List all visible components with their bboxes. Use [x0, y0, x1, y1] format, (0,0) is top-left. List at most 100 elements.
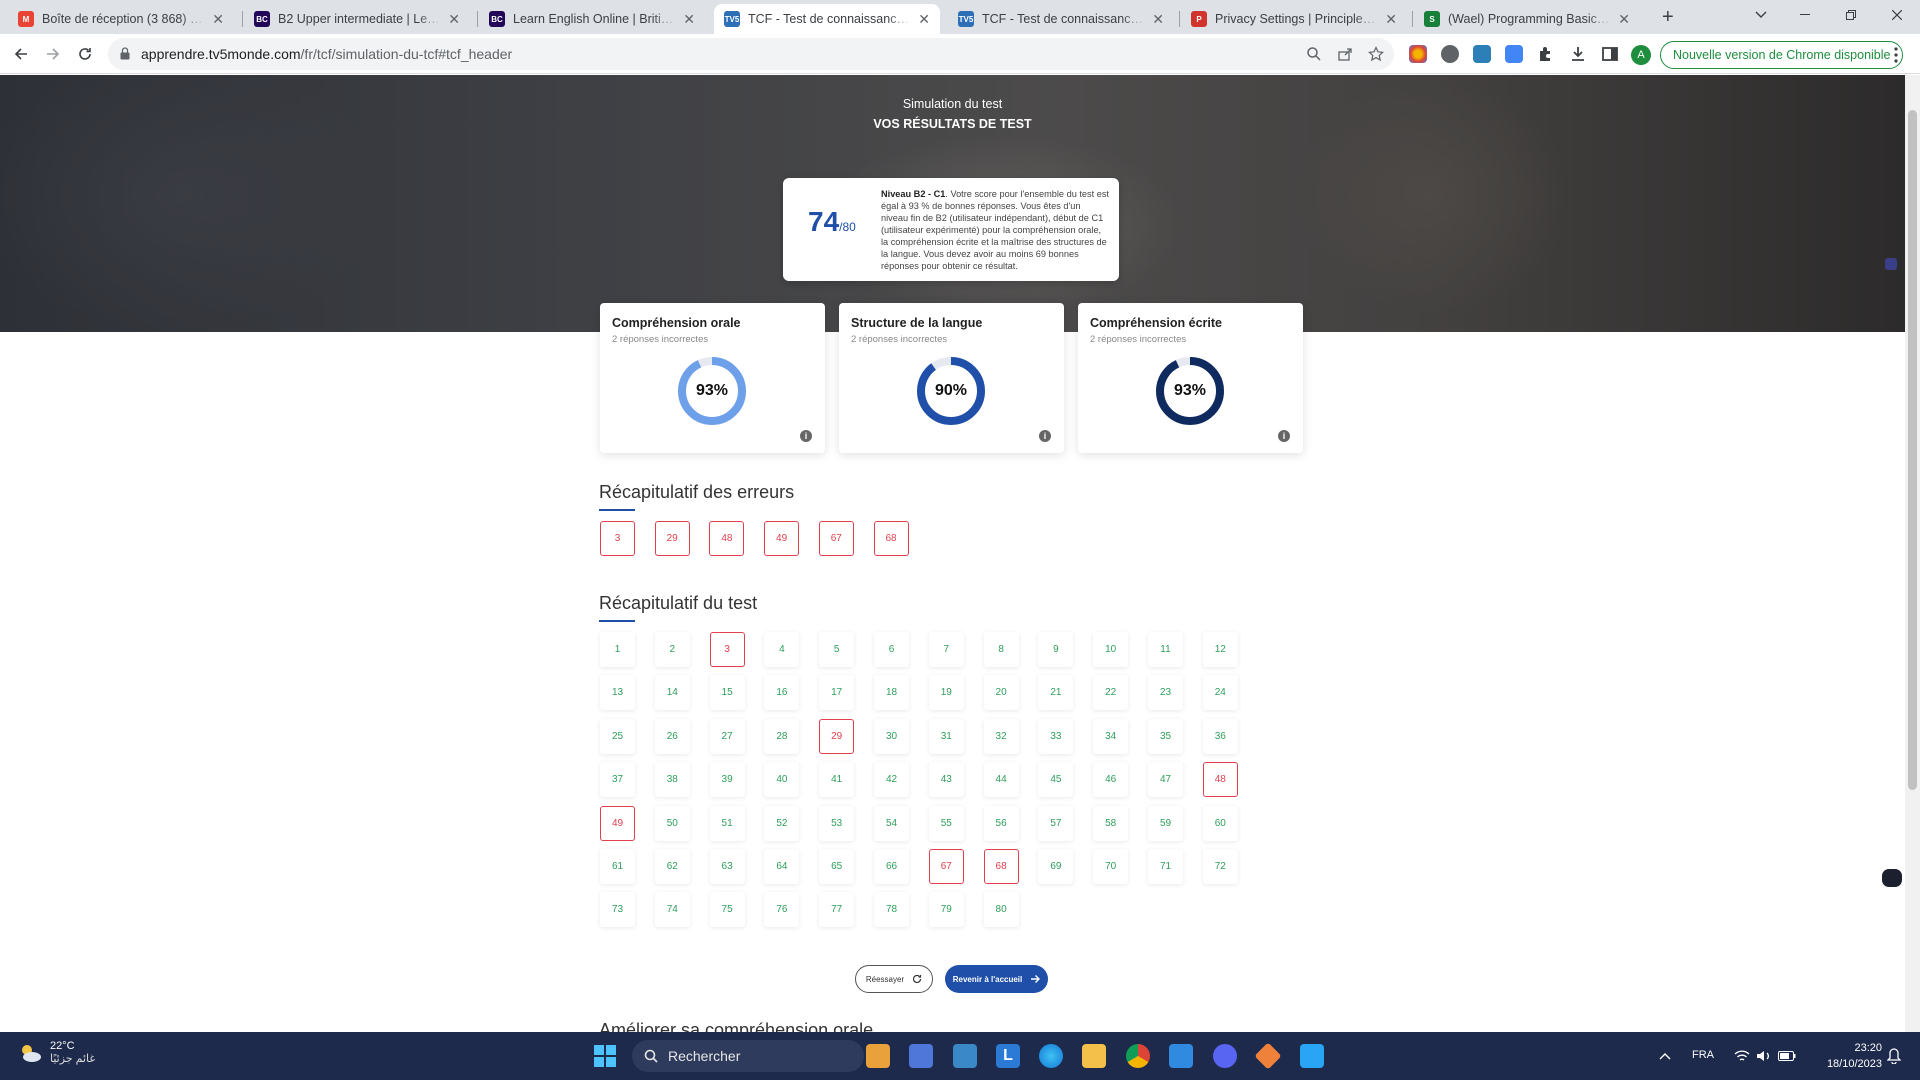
forward-arrow-icon[interactable] — [41, 42, 65, 66]
question-box[interactable]: 40 — [764, 762, 800, 798]
question-box[interactable]: 9 — [1038, 632, 1074, 667]
question-box[interactable]: 76 — [764, 892, 800, 928]
question-box[interactable]: 43 — [928, 762, 964, 798]
extension-icon[interactable] — [1441, 45, 1459, 63]
taskview-icon[interactable] — [953, 1044, 977, 1068]
volume-icon[interactable] — [1756, 1049, 1772, 1063]
close-tab-icon[interactable]: ✕ — [1385, 11, 1397, 28]
notepad-icon[interactable] — [1300, 1044, 1324, 1068]
new-tab-button[interactable]: + — [1662, 6, 1674, 29]
reload-icon[interactable] — [73, 42, 97, 66]
battery-icon[interactable] — [1778, 1050, 1796, 1062]
app-icon[interactable] — [866, 1044, 890, 1068]
question-box[interactable]: 61 — [600, 849, 635, 884]
question-box[interactable]: 23 — [1148, 675, 1183, 711]
question-box[interactable]: 35 — [1148, 718, 1183, 754]
question-box[interactable]: 58 — [1093, 805, 1129, 841]
browser-tab[interactable]: M Boîte de réception (3 868) - ach ✕ — [8, 4, 234, 34]
extension-icon[interactable] — [1409, 45, 1427, 63]
question-box[interactable]: 79 — [928, 892, 964, 928]
question-box[interactable]: 62 — [654, 849, 690, 884]
question-box[interactable]: 6 — [874, 632, 909, 667]
question-box[interactable]: 21 — [1038, 675, 1074, 711]
question-box[interactable]: 75 — [709, 892, 745, 928]
question-box[interactable]: 26 — [654, 718, 690, 754]
edge-browser-icon[interactable] — [1039, 1044, 1063, 1068]
question-box[interactable]: 67 — [928, 849, 964, 884]
question-box[interactable]: 50 — [654, 805, 690, 841]
lexique-app-icon[interactable]: L — [996, 1044, 1020, 1068]
question-box[interactable]: 2 — [654, 632, 690, 667]
question-box[interactable]: 12 — [1202, 632, 1238, 667]
question-box[interactable]: 24 — [1202, 675, 1238, 711]
info-icon[interactable]: i — [800, 430, 812, 442]
question-box[interactable]: 74 — [654, 892, 690, 928]
question-box[interactable]: 72 — [1202, 849, 1238, 884]
question-box[interactable]: 5 — [819, 632, 855, 667]
question-box[interactable]: 49 — [600, 805, 635, 841]
question-box[interactable]: 32 — [983, 718, 1019, 754]
chat-bubble-icon[interactable] — [1882, 869, 1902, 887]
error-question-box[interactable]: 67 — [818, 521, 854, 556]
close-tab-icon[interactable]: ✕ — [683, 11, 695, 28]
profile-avatar[interactable]: A — [1631, 45, 1651, 65]
question-box[interactable]: 42 — [874, 762, 909, 798]
question-box[interactable]: 14 — [654, 675, 690, 711]
question-box[interactable]: 3 — [709, 632, 745, 667]
minimize-button[interactable] — [1782, 0, 1828, 30]
question-box[interactable]: 17 — [819, 675, 855, 711]
system-clock[interactable]: 23:20 18/10/2023 — [1812, 1040, 1882, 1072]
close-tab-icon[interactable]: ✕ — [1618, 11, 1630, 28]
question-box[interactable]: 52 — [764, 805, 800, 841]
browser-tab[interactable]: S (Wael) Programming Basics - G ✕ — [1414, 4, 1640, 34]
question-box[interactable]: 34 — [1093, 718, 1129, 754]
translate-extension-icon[interactable] — [1505, 45, 1523, 63]
extension-icon[interactable] — [1473, 45, 1491, 63]
browser-tab[interactable]: BC B2 Upper intermediate | LearnE ✕ — [244, 4, 470, 34]
wifi-icon[interactable] — [1734, 1049, 1750, 1063]
windows-start-icon[interactable] — [593, 1044, 617, 1068]
retry-button[interactable]: Réessayer — [855, 965, 933, 993]
chrome-update-button[interactable]: Nouvelle version de Chrome disponible — [1660, 41, 1904, 69]
question-box[interactable]: 59 — [1148, 805, 1183, 841]
vscode-icon[interactable] — [1169, 1044, 1193, 1068]
notification-bell-icon[interactable] — [1887, 1048, 1901, 1064]
close-tab-icon[interactable]: ✕ — [212, 11, 224, 28]
question-box[interactable]: 71 — [1148, 849, 1183, 884]
question-box[interactable]: 13 — [600, 675, 635, 711]
question-box[interactable]: 22 — [1093, 675, 1129, 711]
star-bookmark-icon[interactable] — [1368, 46, 1384, 62]
input-language[interactable]: FRA — [1692, 1049, 1714, 1061]
question-box[interactable]: 30 — [874, 718, 909, 754]
question-box[interactable]: 16 — [764, 675, 800, 711]
taskbar-search[interactable]: Rechercher — [632, 1040, 864, 1072]
question-box[interactable]: 41 — [819, 762, 855, 798]
error-question-box[interactable]: 3 — [600, 521, 635, 556]
close-tab-icon[interactable]: ✕ — [918, 11, 930, 28]
question-box[interactable]: 57 — [1038, 805, 1074, 841]
question-box[interactable]: 20 — [983, 675, 1019, 711]
close-window-button[interactable] — [1874, 0, 1920, 30]
restore-button[interactable] — [1828, 0, 1874, 30]
vertical-scrollbar[interactable] — [1905, 75, 1920, 1032]
close-tab-icon[interactable]: ✕ — [448, 11, 460, 28]
question-box[interactable]: 45 — [1038, 762, 1074, 798]
question-box[interactable]: 4 — [764, 632, 800, 667]
question-box[interactable]: 44 — [983, 762, 1019, 798]
weather-widget[interactable]: 22°C غائم جزئيًا — [18, 1040, 95, 1065]
question-box[interactable]: 33 — [1038, 718, 1074, 754]
question-box[interactable]: 37 — [600, 762, 635, 798]
error-question-box[interactable]: 68 — [873, 521, 909, 556]
question-box[interactable]: 78 — [874, 892, 909, 928]
question-box[interactable]: 77 — [819, 892, 855, 928]
scrollbar-thumb[interactable] — [1908, 110, 1917, 790]
question-box[interactable]: 36 — [1202, 718, 1238, 754]
question-box[interactable]: 28 — [764, 718, 800, 754]
question-box[interactable]: 48 — [1202, 762, 1238, 798]
question-box[interactable]: 15 — [709, 675, 745, 711]
question-box[interactable]: 66 — [874, 849, 909, 884]
app-icon[interactable] — [909, 1044, 933, 1068]
question-box[interactable]: 55 — [928, 805, 964, 841]
question-box[interactable]: 38 — [654, 762, 690, 798]
question-box[interactable]: 25 — [600, 718, 635, 754]
